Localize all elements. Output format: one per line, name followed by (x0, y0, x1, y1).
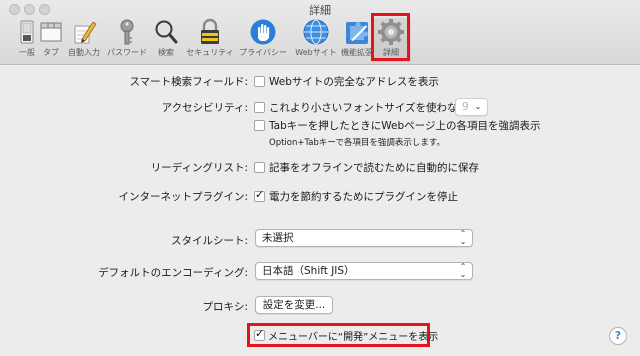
smart-search-label: スマート検索フィールド: (129, 76, 248, 88)
proxy-label: プロキシ: (202, 301, 248, 313)
min-font-size-text: これより小さいフォントサイズを使わない: (269, 102, 472, 114)
chevron-down-icon: ⌄ (474, 102, 482, 111)
puzzle-icon (342, 18, 372, 46)
change-proxy-button[interactable]: 設定を変更... (255, 296, 333, 314)
toolbar-security[interactable]: セキュリティ (184, 18, 236, 62)
show-develop-menu-text: メニューバーに“開発”メニューを表示 (268, 332, 439, 343)
pencil-icon (69, 18, 99, 46)
checkmark-icon: ✓ (255, 188, 265, 201)
save-offline-text: 記事をオフラインで読むために自動的に保存 (269, 162, 479, 174)
font-size-value: 9 (462, 101, 469, 113)
min-font-size-checkbox[interactable] (254, 102, 265, 113)
updown-arrows-icon: ⌃ ⌄ (459, 262, 467, 279)
tab-highlight-checkbox[interactable] (254, 120, 265, 131)
stop-plugins-checkbox[interactable]: ✓ (254, 188, 265, 202)
show-full-address-checkbox[interactable] (254, 76, 265, 87)
toolbar-privacy[interactable]: プライバシー (237, 18, 289, 62)
show-full-address-text: Webサイトの完全なアドレスを表示 (269, 76, 439, 88)
highlight-frame-advanced (371, 13, 410, 61)
show-develop-menu-checkbox[interactable]: ✓ (254, 327, 265, 341)
preferences-window: 詳細 一般 タブ 自動入力 パスワード 検索 セキュリティ プライバシー Web… (0, 0, 640, 356)
title-bar: 詳細 一般 タブ 自動入力 パスワード 検索 セキュリティ プライバシー Web… (0, 0, 640, 65)
font-size-select[interactable]: 9 ⌄ (455, 98, 488, 116)
key-icon (112, 18, 142, 46)
hand-icon (248, 18, 278, 46)
globe-icon (301, 18, 331, 46)
encoding-select[interactable]: 日本語（Shift JIS） ⌃ ⌄ (255, 262, 473, 280)
tab-highlight-text: Tabキーを押したときにWebページ上の各項目を強調表示 (269, 120, 541, 132)
window-title: 詳細 (309, 4, 331, 17)
accessibility-label: アクセシビリティ: (161, 102, 248, 114)
checkmark-icon: ✓ (255, 327, 265, 340)
lock-icon (195, 18, 225, 46)
plugins-label: インターネットプラグイン: (118, 191, 248, 203)
save-offline-checkbox[interactable] (254, 162, 265, 173)
stylesheet-select[interactable]: 未選択 ⌃ ⌄ (255, 229, 473, 247)
stop-plugins-text: 電力を節約するためにプラグインを停止 (269, 191, 458, 203)
encoding-label: デフォルトのエンコーディング: (98, 267, 248, 279)
search-icon (151, 18, 181, 46)
reading-list-label: リーディングリスト: (150, 162, 248, 174)
updown-arrows-icon: ⌃ ⌄ (459, 229, 467, 246)
encoding-value: 日本語（Shift JIS） (262, 265, 355, 277)
stylesheet-label: スタイルシート: (170, 235, 248, 247)
help-button[interactable]: ? (609, 327, 627, 345)
tab-highlight-note: Option+Tabキーで各項目を強調表示します。 (269, 138, 446, 148)
stylesheet-value: 未選択 (262, 232, 294, 244)
